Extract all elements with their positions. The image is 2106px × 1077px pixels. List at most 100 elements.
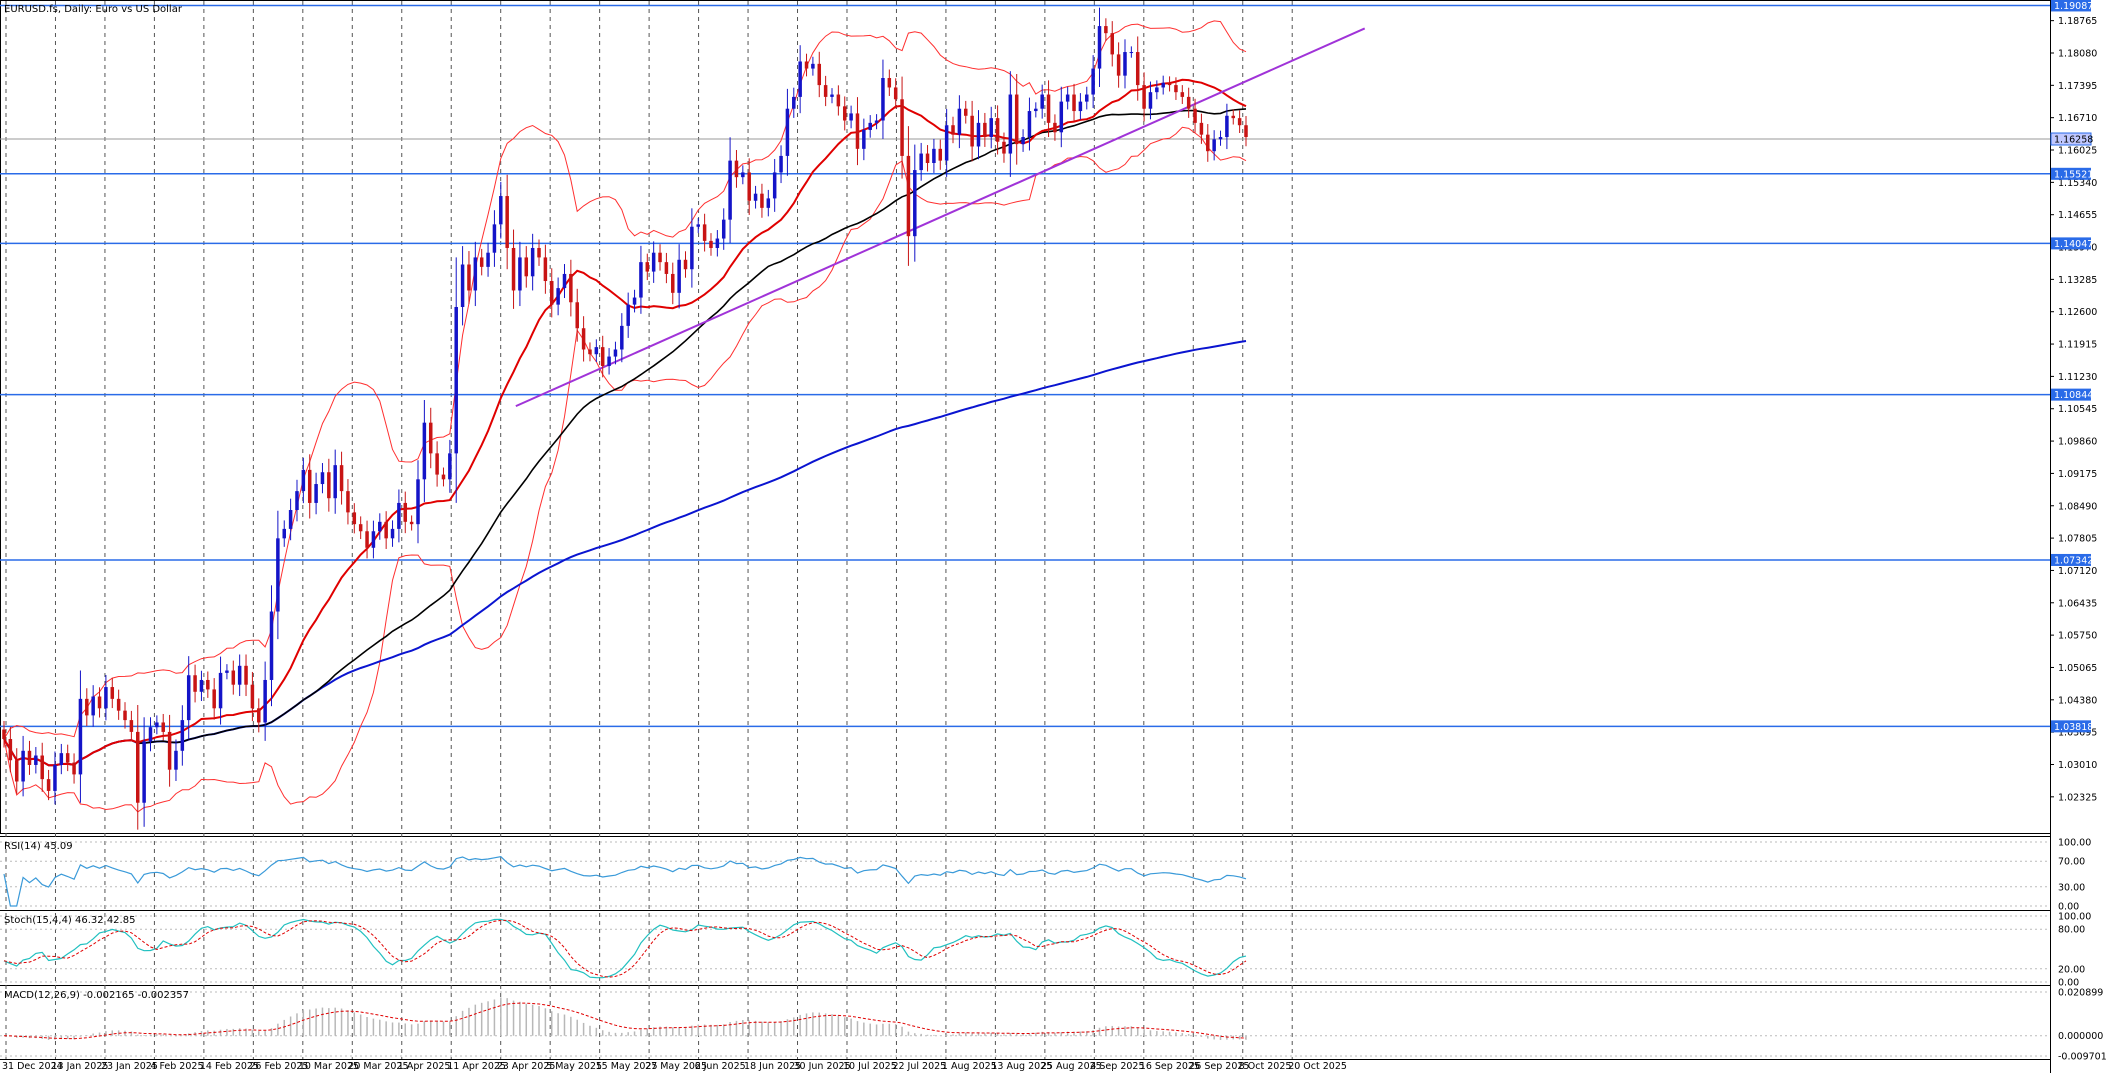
candle-body bbox=[607, 356, 611, 367]
candle-body bbox=[218, 672, 223, 709]
candle-body bbox=[384, 521, 388, 539]
candle-body bbox=[14, 760, 19, 782]
candle-body bbox=[569, 273, 573, 303]
candle-body bbox=[295, 491, 299, 511]
chart-window[interactable]: 1.18765 1.18080 1.17395 1.16710 1.16025 1.153… bbox=[0, 0, 2106, 1073]
candle-body bbox=[161, 722, 165, 732]
price-tick-label: 1.13285 bbox=[2058, 275, 2097, 286]
candle-body bbox=[1072, 94, 1076, 112]
candle-body bbox=[1091, 68, 1095, 95]
panel-axis-label: 100.00 bbox=[2058, 912, 2091, 923]
current-price-tag-label: 1.16258 bbox=[2054, 135, 2093, 146]
candle-body bbox=[78, 698, 83, 775]
candle-body bbox=[581, 328, 586, 350]
price-tick-label: 1.05750 bbox=[2058, 631, 2097, 642]
candle-body bbox=[1174, 85, 1178, 93]
candle-body bbox=[913, 170, 917, 237]
candle-body bbox=[1218, 137, 1223, 140]
candle-body bbox=[499, 196, 503, 225]
level-tag-label: 1.14047 bbox=[2054, 239, 2093, 250]
panel-axis-label: -0.009701 bbox=[2058, 1052, 2106, 1063]
date-label: 5 May 2025 bbox=[546, 1061, 602, 1072]
level-tag-label: 1.07342 bbox=[2054, 555, 2093, 566]
candle-body bbox=[709, 240, 713, 248]
candle-body bbox=[798, 61, 802, 97]
candle-body bbox=[823, 85, 828, 97]
price-tick-label: 1.12600 bbox=[2058, 307, 2097, 318]
macd-label: MACD(12,26,9) -0.002165 -0.002357 bbox=[4, 990, 189, 1001]
date-label: 4 Sep 2025 bbox=[1090, 1061, 1144, 1072]
candle-body bbox=[40, 755, 44, 780]
candle-body bbox=[715, 238, 720, 248]
candle-body bbox=[588, 349, 592, 355]
candle-body bbox=[34, 755, 38, 765]
candle-body bbox=[932, 148, 936, 163]
level-tag-label: 1.15521 bbox=[2054, 169, 2093, 180]
candle-body bbox=[365, 531, 369, 548]
price-tick-label: 1.09860 bbox=[2058, 437, 2097, 448]
candle-body bbox=[550, 281, 554, 305]
date-label: 1 Aug 2025 bbox=[942, 1061, 997, 1072]
candle-body bbox=[1129, 52, 1134, 54]
candle-body bbox=[257, 708, 261, 723]
candle-body bbox=[543, 257, 548, 282]
candle-body bbox=[696, 224, 700, 227]
candle-body bbox=[199, 679, 204, 692]
date-label: 1 Apr 2025 bbox=[398, 1061, 451, 1072]
price-tick-label: 1.18080 bbox=[2058, 48, 2097, 59]
candle-body bbox=[148, 727, 153, 742]
date-label: 8 Oct 2025 bbox=[1239, 1061, 1292, 1072]
candle-body bbox=[938, 148, 943, 161]
price-tick-label: 1.14655 bbox=[2058, 210, 2097, 221]
candle-body bbox=[1021, 137, 1025, 145]
candle-body bbox=[1161, 82, 1165, 88]
candle-body bbox=[874, 120, 879, 123]
candle-body bbox=[91, 696, 95, 716]
chart-canvas[interactable]: 1.187651.180801.173951.167101.160251.153… bbox=[0, 0, 2106, 1073]
candle-body bbox=[21, 750, 25, 782]
candle-body bbox=[206, 679, 210, 690]
candle-body bbox=[925, 153, 930, 163]
candle-body bbox=[530, 247, 535, 277]
rsi-panel: 100.0070.0030.000.00 bbox=[0, 838, 2091, 913]
date-label: 6 Jun 2025 bbox=[695, 1061, 746, 1072]
level-tag-label: 1.19087 bbox=[2054, 1, 2093, 12]
candle-body bbox=[1180, 92, 1185, 97]
candle-body bbox=[766, 198, 771, 208]
candle-body bbox=[862, 129, 866, 149]
candle-body bbox=[677, 259, 681, 293]
candle-body bbox=[1014, 94, 1019, 145]
candle-body bbox=[1142, 85, 1146, 109]
candle-body bbox=[734, 160, 739, 178]
candle-body bbox=[792, 96, 796, 109]
candle-body bbox=[721, 219, 726, 239]
candle-body bbox=[639, 262, 643, 298]
candle-body bbox=[65, 753, 70, 763]
candle-body bbox=[237, 665, 242, 685]
candle-body bbox=[658, 252, 662, 263]
candle-body bbox=[46, 779, 51, 791]
candle-body bbox=[422, 422, 427, 480]
level-tag-label: 1.03818 bbox=[2054, 722, 2093, 733]
date-label: 4 Feb 2025 bbox=[150, 1061, 203, 1072]
candle-body bbox=[180, 720, 185, 751]
price-tick-label: 1.16710 bbox=[2058, 113, 2097, 124]
candle-body bbox=[811, 63, 815, 69]
candle-body bbox=[390, 528, 395, 539]
candle-body bbox=[346, 491, 350, 513]
candle-body bbox=[995, 118, 1000, 142]
candle-body bbox=[600, 347, 605, 367]
candle-body bbox=[85, 698, 89, 716]
price-tick-label: 1.02325 bbox=[2058, 792, 2097, 803]
candle-body bbox=[1040, 94, 1044, 109]
stochastic-panel: 100.0080.0020.000.00 bbox=[0, 912, 2091, 989]
panel-axis-label: 0.000000 bbox=[2058, 1031, 2103, 1042]
candle-body bbox=[842, 106, 847, 121]
candle-body bbox=[467, 264, 471, 291]
candle-body bbox=[881, 78, 885, 121]
candle-body bbox=[1148, 92, 1153, 109]
price-tags: 1.19087 1.15521 1.14047 1.10844 1.07342 1.038… bbox=[2050, 0, 2093, 733]
candle-body bbox=[594, 347, 599, 355]
candle-body bbox=[116, 698, 121, 711]
candle-body bbox=[110, 687, 115, 699]
